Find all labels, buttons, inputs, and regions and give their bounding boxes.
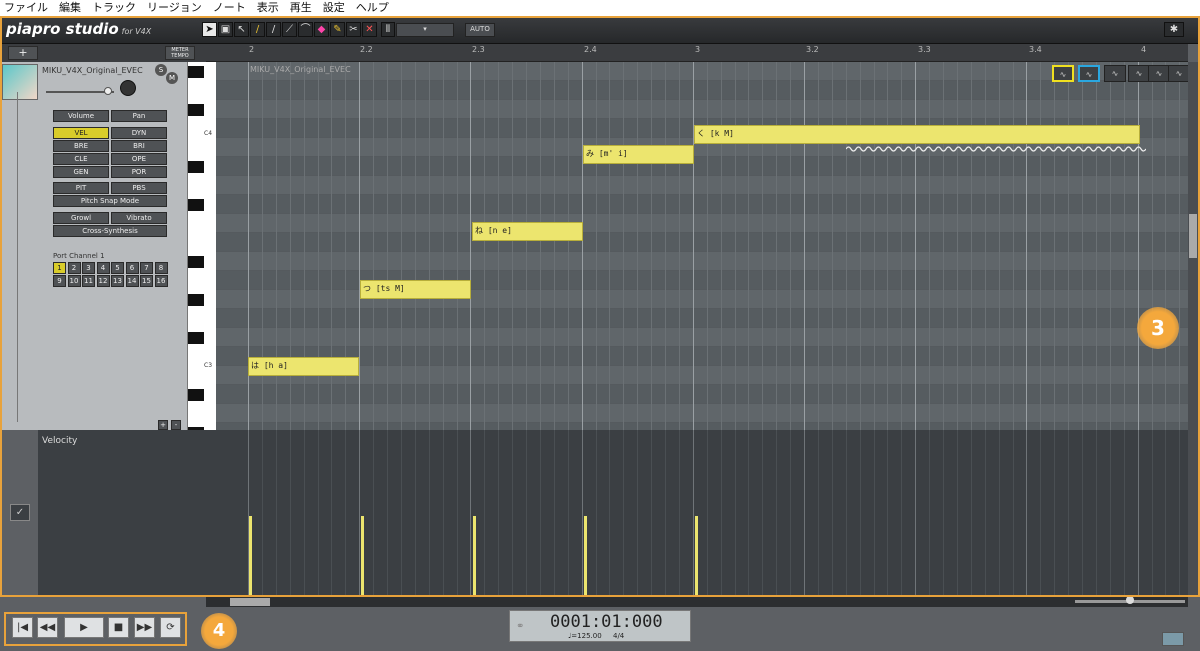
link-icon[interactable]: ⚭	[516, 621, 524, 632]
app-window: piapro studio for V4X ➤ ▣ ↖ / / ⟋ ⌒ ◆ ✎ ✂…	[0, 16, 1200, 651]
menu-settings[interactable]: 設定	[323, 0, 345, 16]
zoom-slider-handle[interactable]	[1126, 596, 1134, 604]
callout-3: 3	[1137, 307, 1179, 349]
tempo-readout: ♩=125.00	[568, 632, 602, 640]
menu-playback[interactable]: 再生	[290, 0, 312, 16]
highlight-transport	[4, 612, 187, 646]
menu-view[interactable]: 表示	[257, 0, 279, 16]
menu-region[interactable]: リージョン	[147, 0, 202, 16]
menu-edit[interactable]: 編集	[59, 0, 81, 16]
time-readout: 0001:01:000	[550, 612, 663, 632]
menu-file[interactable]: ファイル	[4, 0, 48, 16]
signature-readout: 4/4	[613, 632, 625, 640]
time-display: 0001:01:000 ♩=125.00 4/4 ⚭	[509, 610, 691, 642]
menu-bar: ファイル 編集 トラック リージョン ノート 表示 再生 設定 ヘルプ	[0, 0, 1200, 16]
horizontal-scrollbar-thumb[interactable]	[230, 598, 270, 606]
image-icon[interactable]	[1162, 632, 1184, 646]
menu-help[interactable]: ヘルプ	[356, 0, 389, 16]
highlight-editor	[0, 16, 1200, 597]
menu-track[interactable]: トラック	[92, 0, 136, 16]
callout-4: 4	[201, 613, 237, 649]
menu-note[interactable]: ノート	[213, 0, 246, 16]
horizontal-scrollbar[interactable]	[206, 597, 1188, 607]
